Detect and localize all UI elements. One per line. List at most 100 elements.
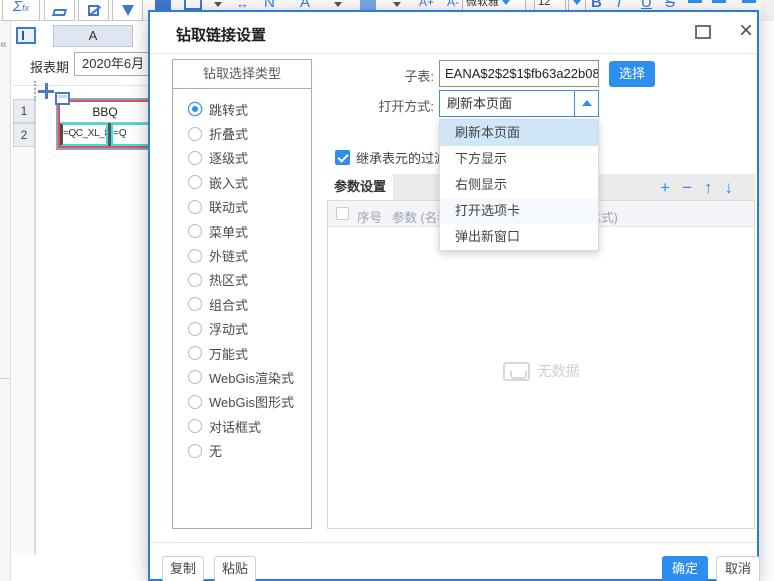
radio-icon [188, 273, 202, 287]
open-mode-label: 打开方式: [310, 96, 434, 115]
row-header-2[interactable]: 2 [13, 123, 35, 147]
empty-tray-icon [503, 362, 530, 381]
move-handle-icon[interactable] [38, 83, 54, 99]
drill-type-option-webgis-render[interactable]: WebGis渲染式 [188, 365, 311, 389]
radio-icon [188, 200, 202, 214]
radio-label: 热区式 [209, 270, 248, 289]
drill-type-option-fold[interactable]: 折叠式 [188, 121, 311, 145]
open-mode-dropdown: 刷新本页面 下方显示 右侧显示 打开选项卡 弹出新窗口 [439, 119, 599, 251]
chevron-up-icon[interactable] [574, 91, 598, 116]
selected-cell-block: BBQ =QC_XL_8↓ =Q [58, 100, 152, 148]
dropdown-option-below[interactable]: 下方显示 [440, 146, 598, 172]
radio-selected-icon [188, 102, 202, 116]
ok-button[interactable]: 确定 [662, 556, 708, 581]
radio-label: 万能式 [209, 344, 248, 363]
dropdown-option-right[interactable]: 右侧显示 [440, 172, 598, 198]
borders-icon[interactable] [184, 0, 202, 10]
pencil-icon [88, 5, 99, 16]
remove-param-icon[interactable]: − [682, 179, 692, 196]
drill-type-option-universal[interactable]: 万能式 [188, 341, 311, 365]
add-param-icon[interactable]: + [660, 179, 670, 196]
dropdown-option-newtab[interactable]: 打开选项卡 [440, 198, 598, 224]
cancel-button[interactable]: 取消 [716, 556, 760, 581]
drill-type-option-menu[interactable]: 菜单式 [188, 219, 311, 243]
borders-dropdown-icon[interactable] [214, 2, 222, 7]
font-name-value: 微软雅 [466, 0, 499, 10]
radio-label: 无 [209, 441, 222, 460]
drill-type-option-none[interactable]: 无 [188, 438, 311, 462]
cell-formula-1[interactable]: =QC_XL_8↓ [60, 123, 108, 146]
col-seq: 序号 [357, 207, 382, 226]
radio-icon [188, 297, 202, 311]
align-center-icon[interactable] [712, 0, 726, 3]
move-up-icon[interactable]: ↑ [704, 179, 713, 196]
row-header-1[interactable]: 1 [13, 99, 35, 123]
paint-bucket-dropdown-icon[interactable] [393, 2, 401, 7]
drill-type-option-linkage[interactable]: 联动式 [188, 195, 311, 219]
paste-button[interactable]: 粘贴 [214, 556, 256, 581]
drill-type-option-float[interactable]: 浮动式 [188, 317, 311, 341]
report-period-label: 报表期 [30, 57, 69, 76]
edit-cell-button[interactable] [78, 0, 109, 21]
radio-label: 外链式 [209, 246, 248, 265]
dropdown-option-popup[interactable]: 弹出新窗口 [440, 224, 598, 250]
drill-type-option-dialogbox[interactable]: 对话框式 [188, 414, 311, 438]
maximize-icon[interactable] [695, 25, 711, 39]
column-header-a[interactable]: A [53, 25, 133, 47]
empty-state: 无数据 [328, 361, 754, 381]
radio-label: 菜单式 [209, 222, 248, 241]
radio-icon [188, 224, 202, 238]
grid-line-vertical [35, 85, 36, 555]
subtable-input[interactable]: EANA$2$2$1$fb63a22b082 [439, 60, 599, 87]
select-all-checkbox[interactable] [336, 207, 349, 220]
drill-type-option-stepwise[interactable]: 逐级式 [188, 146, 311, 170]
drill-type-option-webgis-graphic[interactable]: WebGis图形式 [188, 390, 311, 414]
rail-divider [0, 378, 11, 379]
checkbox-checked-icon[interactable] [335, 150, 350, 165]
radio-icon [188, 151, 202, 165]
choose-button[interactable]: 选择 [609, 61, 655, 87]
eraser-button[interactable] [44, 0, 75, 21]
drill-type-option-external[interactable]: 外链式 [188, 243, 311, 267]
align-left-icon[interactable] [688, 0, 702, 3]
eraser-icon [52, 9, 67, 16]
dialog-title: 钻取链接设置 [176, 24, 266, 45]
collapse-chevron-icon[interactable]: « [0, 37, 7, 51]
dropdown-option-refresh[interactable]: 刷新本页面 [440, 120, 598, 146]
drill-type-option-combo[interactable]: 组合式 [188, 292, 311, 316]
row-header-strip [13, 147, 35, 555]
close-icon[interactable]: × [733, 16, 759, 46]
radio-label: 联动式 [209, 197, 248, 216]
cell-formula-2[interactable]: =Q [111, 123, 150, 146]
formula-text: =QC_XL_8 [63, 128, 108, 139]
radio-label: WebGis图形式 [209, 392, 294, 411]
radio-label: 对话框式 [209, 417, 261, 436]
sheet-info-icon[interactable] [16, 27, 36, 44]
sum-formula-button[interactable]: Σfx [2, 0, 40, 21]
radio-icon [188, 175, 202, 189]
move-down-icon[interactable]: ↓ [725, 179, 734, 196]
copy-button[interactable]: 复制 [162, 556, 204, 581]
brush-button[interactable] [112, 0, 143, 21]
drill-type-option-embed[interactable]: 嵌入式 [188, 170, 311, 194]
drill-type-option-jump[interactable]: 跳转式 [188, 97, 311, 121]
drill-type-list: 跳转式 折叠式 逐级式 嵌入式 联动式 菜单式 外链式 热区式 组合式 浮动式 … [173, 89, 311, 463]
radio-icon [188, 127, 202, 141]
fill-color-icon[interactable] [155, 0, 171, 10]
font-grow-icon[interactable]: A+ [419, 0, 434, 9]
paint-bucket-icon[interactable] [360, 0, 376, 10]
cell-bbq[interactable]: BBQ [60, 102, 150, 123]
font-shrink-icon[interactable]: A- [447, 0, 459, 9]
drill-type-option-hotzone[interactable]: 热区式 [188, 268, 311, 292]
radio-label: 组合式 [209, 295, 248, 314]
align-right-icon[interactable] [742, 0, 756, 3]
open-mode-select[interactable]: 刷新本页面 [439, 90, 599, 117]
report-period-input[interactable]: 2020年6月 [74, 52, 158, 76]
font-color-dropdown-icon[interactable] [334, 2, 342, 7]
tab-param-settings[interactable]: 参数设置 [327, 174, 393, 200]
radio-icon [188, 346, 202, 360]
formula-row: =QC_XL_8↓ =Q [60, 123, 150, 146]
dialog-footer: 复制 粘贴 确定 取消 [150, 542, 757, 581]
float-window-icon[interactable] [55, 92, 70, 105]
drill-type-header: 钻取选择类型 [173, 60, 311, 89]
